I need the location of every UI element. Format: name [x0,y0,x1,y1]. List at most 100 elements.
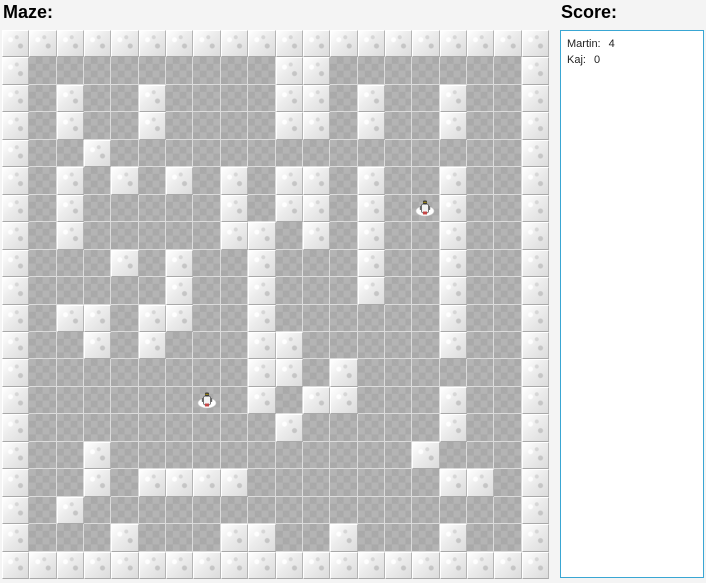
maze-wall [56,167,85,195]
maze-floor [357,139,385,168]
maze-floor [220,496,249,525]
maze-floor [412,524,440,552]
maze-floor [494,304,522,332]
maze-wall [111,551,139,579]
maze-floor [56,441,85,470]
maze-wall [302,57,331,85]
maze-floor [466,84,495,113]
maze-floor [302,496,331,525]
maze-wall [412,551,440,579]
maze-floor [29,496,57,525]
maze-floor [166,84,194,113]
maze-wall [439,194,467,223]
maze-wall [248,277,276,305]
maze-wall [439,414,467,442]
maze-floor [111,304,139,332]
maze-floor [111,331,139,360]
maze-floor [248,414,276,442]
maze-floor [193,139,221,168]
maze-floor [412,469,440,497]
maze-floor [466,414,495,442]
score-list[interactable]: Martin: 4 Kaj: 0 [560,30,704,578]
maze-floor [439,359,467,387]
maze-floor [384,386,413,415]
maze-wall [111,249,139,278]
maze-floor [193,222,221,250]
maze-wall [138,112,167,140]
maze-floor [439,496,467,525]
maze-wall [248,304,276,332]
maze-floor [111,386,139,415]
maze-floor [357,414,385,442]
maze-floor [412,359,440,387]
maze-floor [494,194,522,223]
maze-wall [111,167,139,195]
maze-wall [275,84,303,113]
maze-wall [220,167,249,195]
maze-floor [384,222,413,250]
maze-floor [193,414,221,442]
maze-wall [439,84,467,113]
maze-floor [330,112,358,140]
maze-floor [29,469,57,497]
maze-wall [357,249,385,278]
maze-wall [521,249,549,278]
maze-floor [220,84,249,113]
maze-wall [84,441,112,470]
maze-wall [357,112,385,140]
maze-floor [138,524,167,552]
maze-wall [330,524,358,552]
maze-floor [466,249,495,278]
maze-floor [302,359,331,387]
maze-floor [412,57,440,85]
maze-floor [384,359,413,387]
maze-floor [357,496,385,525]
game-window: Maze: Score: Martin: 4 Kaj: 0 [0,0,706,583]
maze-floor [412,194,440,223]
maze-wall [56,304,85,332]
maze-wall [193,30,221,58]
maze-wall [466,551,495,579]
player-name: Kaj: [567,54,586,66]
maze-floor [466,359,495,387]
maze-floor [275,386,303,415]
maze-wall [275,57,303,85]
maze-floor [166,331,194,360]
maze-floor [384,139,413,168]
maze-floor [466,304,495,332]
maze-wall [111,30,139,58]
maze-wall [439,167,467,195]
maze-floor [29,112,57,140]
maze-floor [220,414,249,442]
maze-floor [494,112,522,140]
maze-floor [138,496,167,525]
maze-wall [439,469,467,497]
maze-floor [412,496,440,525]
maze-floor [56,331,85,360]
maze-wall [2,30,30,58]
maze-wall [56,496,85,525]
score-row[interactable]: Kaj: 0 [567,52,697,68]
maze-wall [166,469,194,497]
maze-floor [357,524,385,552]
maze-wall [166,249,194,278]
maze-wall [220,469,249,497]
maze-floor [138,139,167,168]
maze-wall [302,551,331,579]
score-row[interactable]: Martin: 4 [567,36,697,52]
maze-floor [275,139,303,168]
maze-wall [220,551,249,579]
maze-floor [166,386,194,415]
maze-wall [220,524,249,552]
maze-floor [29,84,57,113]
maze-floor [466,524,495,552]
maze-floor [357,469,385,497]
maze-wall [357,551,385,579]
maze-wall [2,359,30,387]
maze-wall [357,30,385,58]
maze-floor [248,139,276,168]
maze-wall [2,386,30,415]
maze-floor [220,57,249,85]
maze-floor [330,304,358,332]
maze-wall [466,30,495,58]
